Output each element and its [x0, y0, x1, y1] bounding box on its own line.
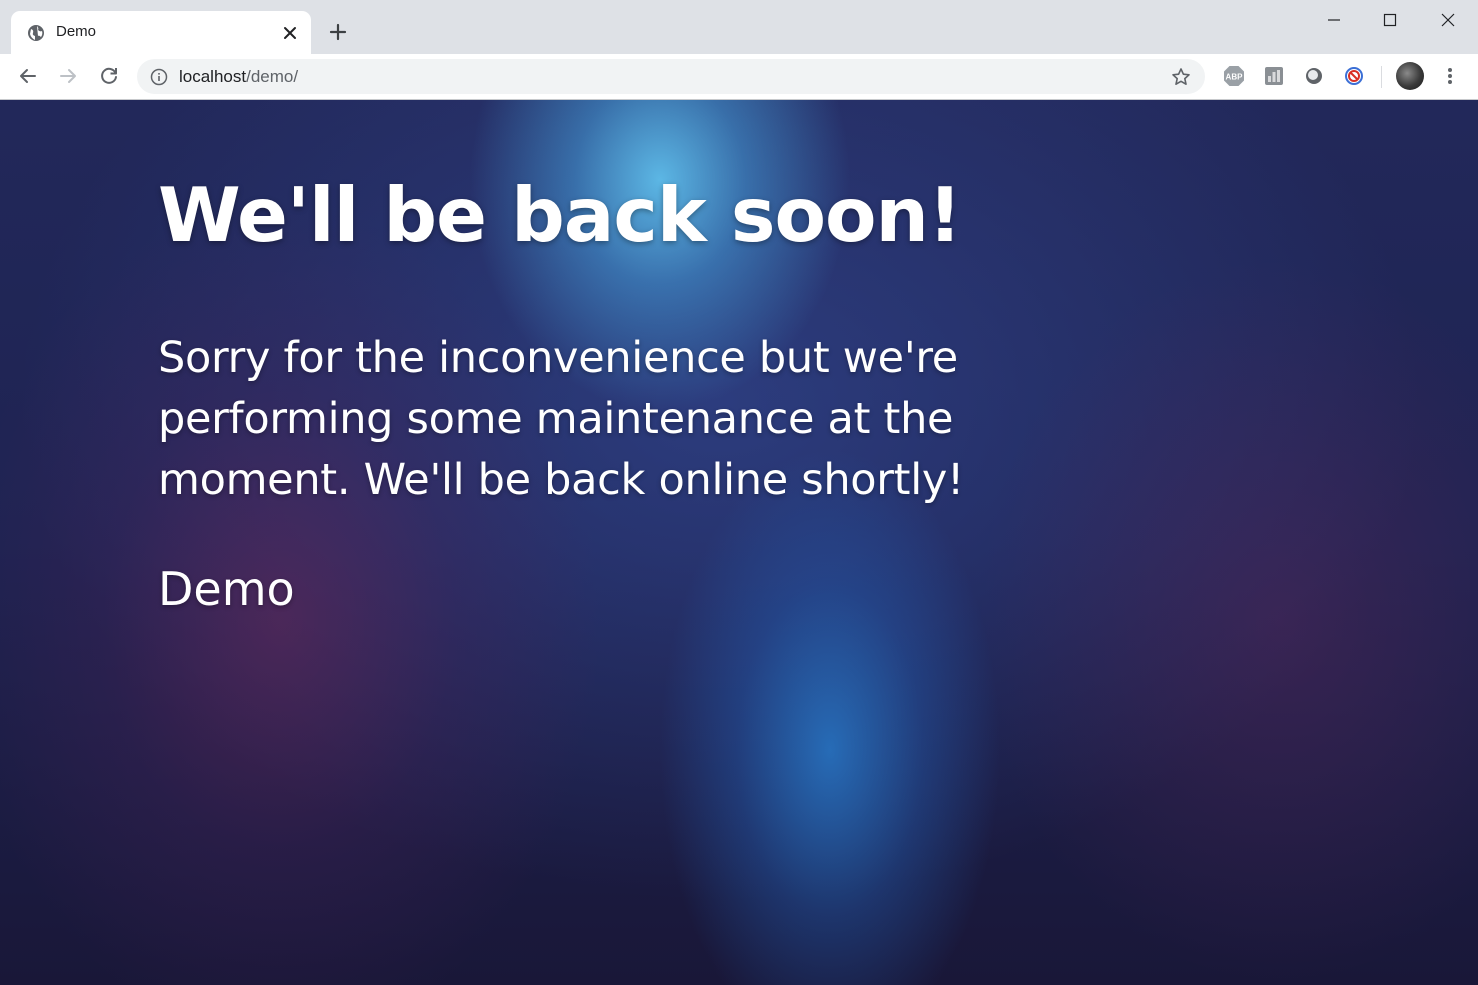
- tab-title: Demo: [56, 23, 97, 40]
- svg-text:ABP: ABP: [1226, 73, 1244, 82]
- maximize-icon[interactable]: [1378, 8, 1402, 32]
- window-close-icon[interactable]: [1436, 8, 1460, 32]
- forward-arrow-icon[interactable]: [56, 64, 80, 88]
- star-icon[interactable]: [1171, 67, 1191, 87]
- minimize-icon[interactable]: [1322, 8, 1346, 32]
- globe-icon: [28, 25, 44, 41]
- extension-circle-icon[interactable]: [1302, 64, 1326, 88]
- tab-strip: Demo: [0, 0, 1478, 54]
- new-tab-plus-icon[interactable]: [326, 20, 350, 44]
- maintenance-content: We'll be back soon! Sorry for the inconv…: [158, 170, 1158, 617]
- maintenance-message: Sorry for the inconvenience but we're pe…: [158, 333, 964, 505]
- back-arrow-icon[interactable]: [16, 64, 40, 88]
- tab-demo[interactable]: Demo: [11, 11, 311, 54]
- extension-chart-icon[interactable]: [1262, 64, 1286, 88]
- browser-toolbar: localhost/demo/ ABP: [0, 54, 1478, 100]
- browser-window: Demo localhost/demo/ ABP We'll be back s…: [0, 0, 1478, 985]
- url-path: /demo/: [246, 67, 299, 86]
- adblock-plus-icon[interactable]: ABP: [1222, 64, 1246, 88]
- info-icon[interactable]: [150, 68, 168, 86]
- kebab-menu-icon[interactable]: [1440, 64, 1460, 88]
- page-viewport: We'll be back soon! Sorry for the inconv…: [0, 100, 1478, 985]
- url-text[interactable]: localhost/demo/: [179, 67, 298, 87]
- toolbar-separator: [1381, 66, 1382, 88]
- extension-block-icon[interactable]: [1342, 64, 1366, 88]
- signature: Demo: [158, 562, 295, 616]
- url-host: localhost: [179, 67, 247, 86]
- page-title: We'll be back soon!: [158, 171, 962, 259]
- close-icon[interactable]: [281, 24, 299, 42]
- avatar[interactable]: [1396, 62, 1424, 90]
- reload-icon[interactable]: [97, 64, 121, 88]
- address-bar[interactable]: localhost/demo/: [137, 59, 1205, 94]
